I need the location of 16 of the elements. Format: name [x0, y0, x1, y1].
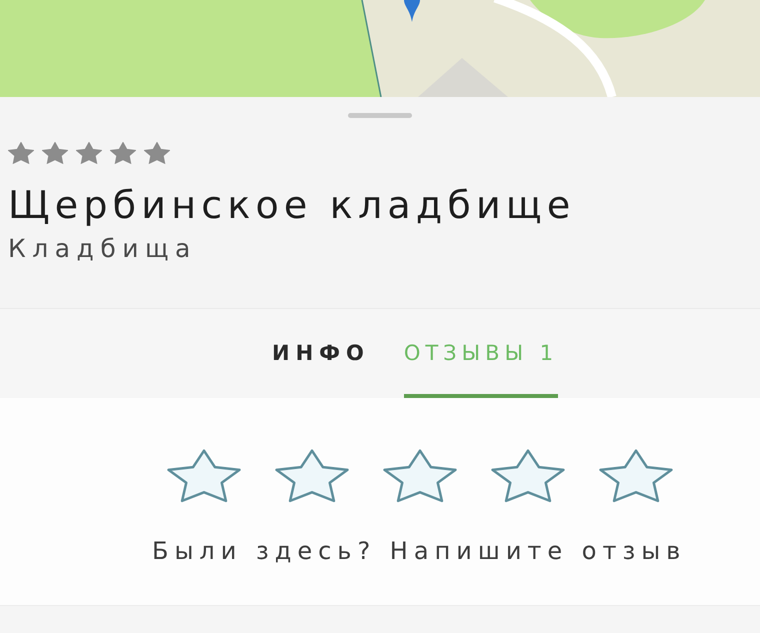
- review-prompt[interactable]: Были здесь? Напишите отзыв: [0, 536, 760, 566]
- star-icon: [8, 142, 34, 164]
- star-icon: [76, 142, 102, 164]
- star-icon: [144, 142, 170, 164]
- star-icon[interactable]: [381, 448, 459, 504]
- place-title: Щербинское кладбище: [7, 182, 576, 228]
- star-icon: [42, 142, 68, 164]
- star-icon[interactable]: [489, 448, 567, 504]
- place-category: Кладбища: [7, 234, 198, 264]
- star-icon[interactable]: [597, 448, 675, 504]
- star-icon[interactable]: [165, 448, 243, 504]
- map-pin-icon[interactable]: [404, 0, 420, 22]
- star-icon[interactable]: [273, 448, 351, 504]
- tab[interactable]: ИНФО: [272, 309, 370, 398]
- drag-handle[interactable]: [348, 113, 412, 118]
- star-icon: [110, 142, 136, 164]
